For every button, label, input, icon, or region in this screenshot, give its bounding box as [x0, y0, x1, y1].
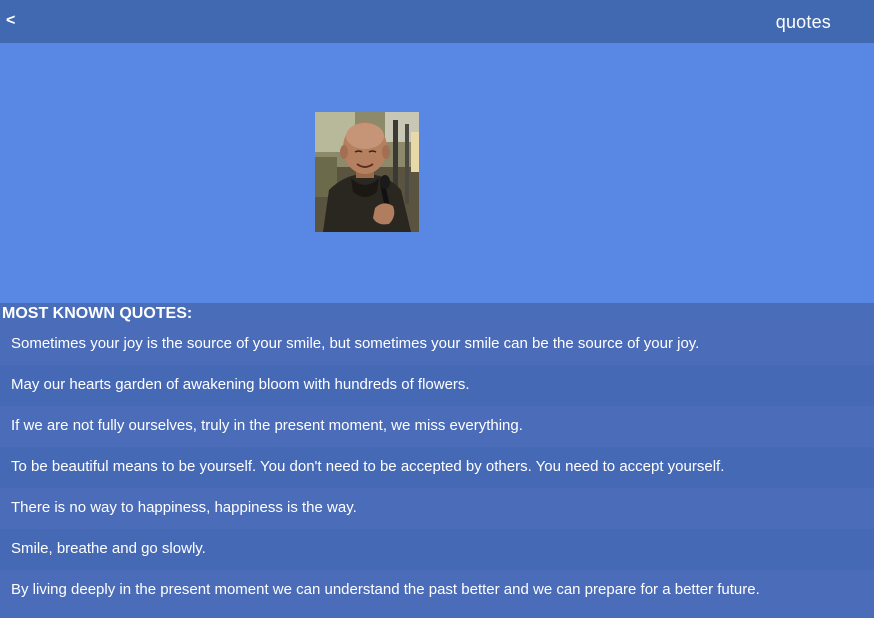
page-title: quotes	[775, 12, 831, 32]
quote-item[interactable]: There is no way to happiness, happiness …	[0, 488, 874, 529]
quote-item[interactable]: Sometimes your joy is the source of your…	[0, 324, 874, 365]
quote-item[interactable]: To be beautiful means to be yourself. Yo…	[0, 447, 874, 488]
person-portrait-icon	[315, 112, 419, 232]
quotes-screen: < quotes MOST KNOWN QUOTES: Sometimes yo…	[0, 0, 874, 618]
quote-item[interactable]: If we are not fully ourselves, truly in …	[0, 406, 874, 447]
quote-item[interactable]: Smile, breathe and go slowly.	[0, 529, 874, 570]
portrait-image	[315, 112, 419, 232]
section-heading: MOST KNOWN QUOTES:	[2, 305, 193, 322]
hero-banner	[0, 43, 874, 303]
quote-list: Sometimes your joy is the source of your…	[0, 324, 874, 611]
top-bar: < quotes	[0, 0, 874, 43]
back-button[interactable]: <	[6, 11, 15, 31]
quote-item[interactable]: May our hearts garden of awakening bloom…	[0, 365, 874, 406]
quotes-section: MOST KNOWN QUOTES: Sometimes your joy is…	[0, 303, 874, 618]
quote-item[interactable]: By living deeply in the present moment w…	[0, 570, 874, 611]
